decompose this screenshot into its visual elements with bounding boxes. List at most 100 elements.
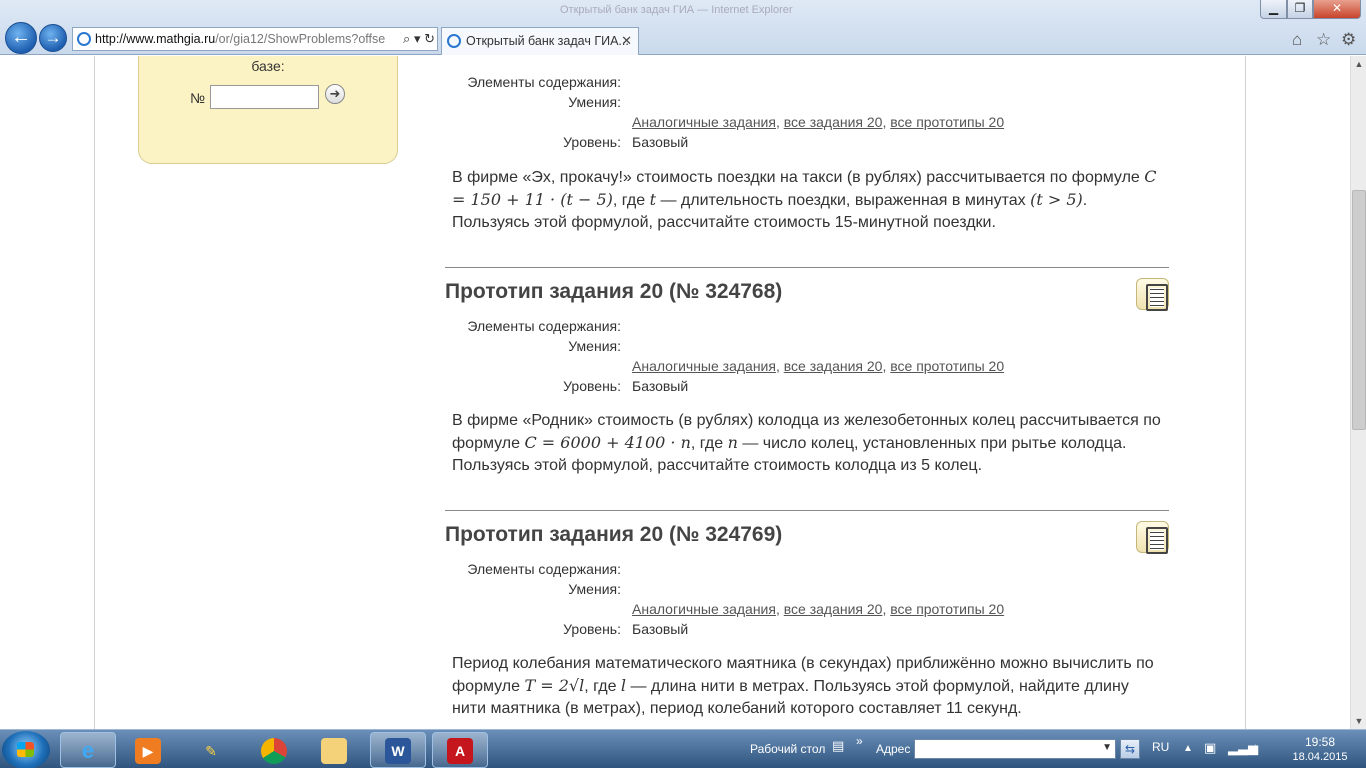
taskbar-word-button[interactable]: W	[370, 732, 426, 768]
elements-label: Элементы содержания:	[467, 318, 621, 334]
chevron-right-icon[interactable]: »	[856, 734, 863, 748]
level-label: Уровень:	[563, 134, 621, 150]
level-label: Уровень:	[563, 378, 621, 394]
word-icon: W	[385, 738, 411, 765]
address-tools[interactable]: ⌕ ▾ ↻	[399, 28, 435, 50]
search-icon[interactable]: ⌕	[403, 31, 410, 46]
taskbar-paint-button[interactable]: ✎	[183, 732, 239, 768]
taskbar-media-button[interactable]: ▶	[120, 732, 176, 768]
separator	[445, 267, 1169, 268]
level-label: Уровень:	[563, 621, 621, 637]
desktop-icon[interactable]: ▤	[832, 738, 844, 754]
address-toolbar-label: Адрес	[876, 742, 911, 756]
url-host: http://www.mathgia.ru	[95, 32, 216, 46]
chrome-icon	[261, 738, 287, 765]
search-panel: базе: № ➜	[138, 56, 398, 164]
close-button[interactable]: ✕	[1313, 0, 1361, 19]
tab-close-button[interactable]: ✕	[621, 28, 632, 54]
start-button[interactable]	[2, 731, 50, 768]
taskbar: e ▶ ✎ W A Рабочий стол ▤ » Адрес ▼ ⇆ RU …	[0, 729, 1366, 768]
problem-text: В фирме «Эх, прокачу!» стоимость поездки…	[452, 167, 1157, 231]
go-button[interactable]: ➜	[325, 84, 345, 104]
problem-links: Аналогичные задания, все задания 20, все…	[632, 601, 1005, 617]
problem-number-input[interactable]	[210, 85, 319, 109]
separator	[445, 510, 1169, 511]
forward-button[interactable]: →	[39, 24, 67, 52]
tray-expand-icon[interactable]: ▲	[1183, 743, 1193, 754]
minimize-icon: ▁	[1268, 1, 1279, 15]
all-prototypes-link[interactable]: все прототипы 20	[890, 358, 1004, 374]
maximize-button[interactable]: ❐	[1287, 0, 1313, 19]
arrow-right-icon: →	[44, 28, 62, 47]
minimize-button[interactable]: ▁	[1260, 0, 1287, 19]
number-label: №	[190, 90, 206, 106]
browser-chrome: Открытый банк задач ГИА — Internet Explo…	[0, 0, 1366, 55]
problem-title: Прототип задания 20 (№ 324768)	[445, 280, 783, 303]
scroll-up-icon[interactable]: ▲	[1351, 56, 1366, 72]
all-tasks-link[interactable]: все задания 20	[784, 114, 883, 130]
media-player-icon: ▶	[135, 738, 161, 765]
similar-tasks-link[interactable]: Аналогичные задания	[632, 114, 776, 130]
all-tasks-link[interactable]: все задания 20	[784, 358, 883, 374]
paint-icon: ✎	[205, 743, 217, 760]
skills-label: Умения:	[568, 94, 621, 110]
dropdown-icon[interactable]: ▾	[414, 31, 421, 46]
language-indicator[interactable]: RU	[1152, 740, 1169, 754]
level-value: Базовый	[632, 134, 689, 150]
problem-links: Аналогичные задания, все задания 20, все…	[632, 114, 1005, 130]
clock-date[interactable]: 18.04.2015	[1285, 751, 1355, 763]
taskbar-pdf-button[interactable]: A	[432, 732, 488, 768]
taskbar-address-input[interactable]: ▼	[914, 739, 1116, 759]
formula: C = 6000 + 4100 · n	[524, 433, 691, 452]
problem-title: Прототип задания 20 (№ 324769)	[445, 523, 783, 546]
close-icon: ✕	[1331, 1, 1343, 15]
pdf-icon: A	[447, 738, 473, 765]
ie-favicon-icon	[447, 34, 461, 48]
document-icon[interactable]	[1136, 278, 1169, 311]
document-icon[interactable]	[1136, 521, 1169, 554]
web-page: базе: № ➜ Элементы содержания: Умения: А…	[0, 56, 1350, 729]
url-path: /or/gia12/ShowProblems?offse	[215, 32, 386, 46]
all-tasks-link[interactable]: все задания 20	[784, 601, 883, 617]
address-bar[interactable]: http://www.mathgia.ru/or/gia12/ShowProbl…	[72, 27, 438, 51]
clock-time[interactable]: 19:58	[1290, 735, 1350, 749]
refresh-icon[interactable]: ↻	[424, 31, 435, 46]
elements-label: Элементы содержания:	[467, 561, 621, 577]
arrow-right-icon: ➜	[329, 86, 341, 101]
desktop-toolbar-label[interactable]: Рабочий стол	[750, 742, 825, 756]
gear-icon[interactable]: ⚙	[1341, 30, 1356, 50]
ie-icon: e	[81, 738, 95, 764]
taskbar-go-button[interactable]: ⇆	[1120, 739, 1140, 759]
tab-title: Открытый банк задач ГИА...	[466, 34, 629, 48]
scroll-thumb[interactable]	[1352, 190, 1366, 430]
all-prototypes-link[interactable]: все прототипы 20	[890, 114, 1004, 130]
volume-icon[interactable]: ♪	[1252, 740, 1259, 755]
tab-active[interactable]: Открытый банк задач ГИА... ✕	[441, 27, 639, 55]
level-value: Базовый	[632, 621, 689, 637]
similar-tasks-link[interactable]: Аналогичные задания	[632, 601, 776, 617]
scroll-down-icon[interactable]: ▼	[1351, 713, 1366, 729]
taskbar-ie-button[interactable]: e	[60, 732, 116, 768]
all-prototypes-link[interactable]: все прототипы 20	[890, 601, 1004, 617]
problem-text: В фирме «Родник» стоимость (в рублях) ко…	[452, 412, 1161, 474]
window-title: Открытый банк задач ГИА — Internet Explo…	[560, 4, 793, 16]
device-icon[interactable]: ▣	[1204, 740, 1216, 756]
similar-tasks-link[interactable]: Аналогичные задания	[632, 358, 776, 374]
back-button[interactable]: ←	[5, 22, 37, 54]
elements-label: Элементы содержания:	[467, 74, 621, 90]
vertical-scrollbar[interactable]: ▲ ▼	[1350, 56, 1366, 729]
home-icon[interactable]: ⌂	[1292, 30, 1302, 50]
folder-icon	[321, 738, 347, 765]
ie-favicon-icon	[77, 32, 91, 46]
arrow-left-icon: ←	[11, 26, 31, 48]
go-arrows-icon: ⇆	[1124, 742, 1136, 756]
star-icon[interactable]: ☆	[1316, 30, 1331, 50]
taskbar-chrome-button[interactable]	[246, 732, 302, 768]
problem-links: Аналогичные задания, все задания 20, все…	[632, 358, 1005, 374]
taskbar-explorer-button[interactable]	[306, 732, 362, 768]
chevron-down-icon[interactable]: ▼	[1102, 742, 1112, 753]
formula: T = 2√l	[524, 676, 585, 695]
skills-label: Умения:	[568, 338, 621, 354]
level-value: Базовый	[632, 378, 689, 394]
panel-text: базе:	[251, 58, 285, 74]
